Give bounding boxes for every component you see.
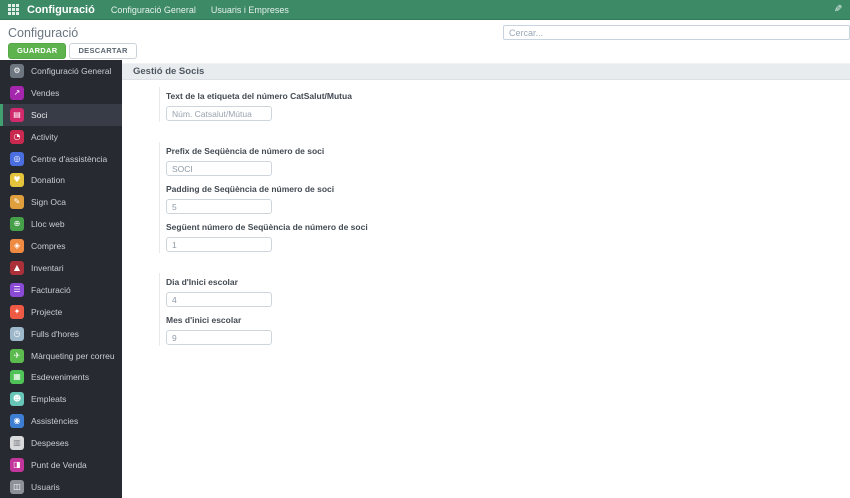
button-row: GUARDAR DESCARTAR	[8, 43, 137, 59]
purchase-icon: ◈	[10, 239, 24, 254]
sidebar-item-label: Inventari	[31, 262, 64, 273]
field-group-catsalut: Text de la etiqueta del número CatSalut/…	[159, 87, 850, 122]
field-label-catsalut: Text de la etiqueta del número CatSalut/…	[166, 91, 352, 101]
employees-icon: ☻	[10, 392, 24, 407]
sequence-padding-input[interactable]	[166, 199, 272, 214]
control-panel: Configuració GUARDAR DESCARTAR	[0, 20, 850, 60]
sidebar-item-lloc-web[interactable]: ⊕ Lloc web	[0, 213, 122, 235]
sidebar-item-fulls-dhores[interactable]: ◷ Fulls d'hores	[0, 323, 122, 345]
sidebar-item-label: Màrqueting per correu	[31, 350, 115, 361]
sidebar-item-marqueting-per-correu[interactable]: ✈ Màrqueting per correu	[0, 345, 122, 367]
field-group-school-start: Dia d'Inici escolar Mes d'inici escolar	[159, 273, 850, 346]
users-icon: ◫	[10, 479, 24, 494]
sidebar-item-label: Fulls d'hores	[31, 328, 79, 339]
save-button[interactable]: GUARDAR	[8, 43, 67, 59]
invoice-icon: ☰	[10, 282, 24, 297]
field-label-next-number: Següent número de Seqüència de número de…	[166, 222, 368, 232]
sidebar-item-label: Usuaris	[31, 481, 60, 492]
signature-icon: ✎	[10, 195, 24, 210]
timesheet-icon: ◷	[10, 326, 24, 341]
field-group-sequence: Prefix de Seqüència de número de soci Pa…	[159, 142, 850, 253]
sidebar-item-label: Facturació	[31, 284, 71, 295]
expenses-icon: ▥	[10, 436, 24, 451]
sidebar-item-projecte[interactable]: ✦ Projecte	[0, 301, 122, 323]
sidebar-item-assistencies[interactable]: ◉ Assistències	[0, 410, 122, 432]
section-title: Gestió de Socis	[133, 66, 205, 77]
sidebar-item-sign-oca[interactable]: ✎ Sign Oca	[0, 191, 122, 213]
school-start-day-input[interactable]	[166, 292, 272, 307]
activity-icon: ◔	[10, 129, 24, 144]
field-label-padding: Padding de Seqüència de número de soci	[166, 184, 335, 194]
sidebar-item-usuaris[interactable]: ◫ Usuaris	[0, 476, 122, 498]
project-icon: ✦	[10, 304, 24, 319]
sidebar-item-label: Centre d'assistència	[31, 153, 108, 164]
sidebar-item-despeses[interactable]: ▥ Despeses	[0, 432, 122, 454]
sidebar-item-label: Despeses	[31, 438, 69, 449]
sidebar-item-label: Assistències	[31, 416, 79, 427]
menu-configuracio-general[interactable]: Configuració General	[111, 5, 196, 15]
pos-icon: ◨	[10, 457, 24, 472]
attendance-icon: ◉	[10, 414, 24, 429]
search-input[interactable]	[503, 25, 850, 40]
email-marketing-icon: ✈	[10, 348, 24, 363]
sidebar-item-soci[interactable]: ▤ Soci	[0, 103, 122, 126]
field-label-school-start-day: Dia d'Inici escolar	[166, 277, 238, 287]
sidebar-item-label: Donation	[31, 175, 66, 186]
breadcrumb: Configuració	[8, 26, 79, 40]
app-sidebar: ⚙ Configuració General ↗ Vendes ▤ Soci ◔…	[0, 60, 122, 498]
field-label-school-start-month: Mes d'inici escolar	[166, 315, 242, 325]
sidebar-item-label: Esdeveniments	[31, 372, 90, 383]
sidebar-item-label: Empleats	[31, 394, 67, 405]
sidebar-item-label: Vendes	[31, 87, 60, 98]
sequence-prefix-input[interactable]	[166, 161, 272, 176]
edit-pencil-icon[interactable]: ✎	[834, 4, 842, 15]
sales-chart-icon: ↗	[10, 85, 24, 100]
helpdesk-icon: ◎	[10, 151, 24, 166]
donation-icon: ♥	[10, 173, 24, 188]
sidebar-item-activity[interactable]: ◔ Activity	[0, 126, 122, 148]
sidebar-item-empleats[interactable]: ☻ Empleats	[0, 388, 122, 410]
sequence-next-number-input[interactable]	[166, 237, 272, 252]
sidebar-item-centre-assistencia[interactable]: ◎ Centre d'assistència	[0, 148, 122, 170]
sidebar-item-vendes[interactable]: ↗ Vendes	[0, 82, 122, 104]
section-header: Gestió de Socis	[122, 63, 850, 80]
sidebar-item-punt-de-venda[interactable]: ◨ Punt de Venda	[0, 454, 122, 476]
sidebar-item-label: Soci	[31, 109, 48, 120]
events-icon: ▦	[10, 370, 24, 385]
sidebar-item-label: Lloc web	[31, 219, 65, 230]
settings-content: Gestió de Socis Text de la etiqueta del …	[122, 60, 850, 498]
sidebar-item-label: Sign Oca	[31, 197, 66, 208]
sidebar-item-donation[interactable]: ♥ Donation	[0, 169, 122, 191]
field-label-prefix: Prefix de Seqüència de número de soci	[166, 146, 325, 156]
sidebar-item-label: Punt de Venda	[31, 459, 87, 470]
sidebar-item-label: Compres	[31, 241, 66, 252]
current-app-menu[interactable]: Configuració	[27, 4, 95, 16]
sidebar-item-compres[interactable]: ◈ Compres	[0, 235, 122, 257]
member-card-icon: ▤	[10, 107, 24, 122]
gear-icon: ⚙	[10, 63, 24, 78]
sidebar-item-esdeveniments[interactable]: ▦ Esdeveniments	[0, 366, 122, 388]
sidebar-item-configuracio-general[interactable]: ⚙ Configuració General	[0, 60, 122, 82]
sidebar-item-inventari[interactable]: ▲ Inventari	[0, 257, 122, 279]
sidebar-item-facturacio[interactable]: ☰ Facturació	[0, 279, 122, 301]
top-navbar: Configuració Configuració General Usuari…	[0, 0, 850, 20]
sidebar-item-label: Activity	[31, 131, 58, 142]
school-start-month-input[interactable]	[166, 330, 272, 345]
discard-button[interactable]: DESCARTAR	[69, 43, 137, 59]
globe-icon: ⊕	[10, 217, 24, 232]
apps-menu-icon[interactable]	[8, 4, 19, 15]
inventory-icon: ▲	[10, 260, 24, 275]
sidebar-item-label: Projecte	[31, 306, 63, 317]
menu-usuaris-i-empreses[interactable]: Usuaris i Empreses	[211, 5, 289, 15]
settings-form: Text de la etiqueta del número CatSalut/…	[122, 80, 850, 346]
sidebar-item-label: Configuració General	[31, 65, 112, 76]
catsalut-label-input[interactable]	[166, 106, 272, 121]
